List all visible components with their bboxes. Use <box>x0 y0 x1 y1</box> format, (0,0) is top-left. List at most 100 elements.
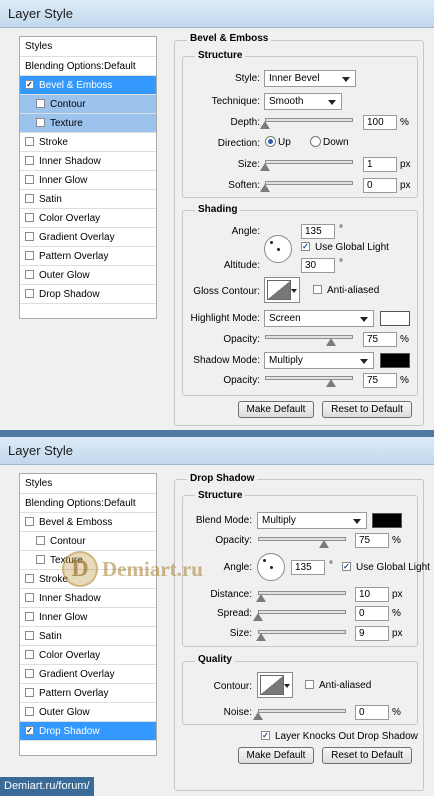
anti-aliased-checkbox[interactable]: Anti-aliased <box>313 284 379 296</box>
size-slider-track[interactable] <box>265 160 353 164</box>
style-item-blending-options-default[interactable]: Blending Options:Default <box>20 57 156 76</box>
style-item-contour[interactable]: Contour <box>20 95 156 114</box>
anti-aliased-checkbox[interactable]: Anti-aliased <box>305 679 371 691</box>
noise-slider-track[interactable] <box>258 709 346 713</box>
checkbox-icon[interactable] <box>25 212 34 222</box>
checkbox-icon[interactable] <box>25 231 34 241</box>
use-global-light-checkbox[interactable]: ✓ Use Global Light <box>301 241 389 253</box>
opacity-input[interactable]: 75 <box>355 533 389 548</box>
checkbox-icon[interactable] <box>25 611 34 621</box>
opacity-slider-thumb[interactable] <box>319 540 329 548</box>
shadow-opacity-track[interactable] <box>265 376 353 380</box>
style-item-inner-glow[interactable]: Inner Glow <box>20 608 156 627</box>
checkbox-icon[interactable] <box>25 592 34 602</box>
size-slider-thumb[interactable] <box>260 163 270 171</box>
shadow-mode-select[interactable]: Multiply <box>264 352 374 369</box>
style-item-color-overlay[interactable]: Color Overlay <box>20 209 156 228</box>
style-item-bevel-emboss[interactable]: Bevel & Emboss <box>20 513 156 532</box>
highlight-opacity-input[interactable]: 75 <box>363 332 397 347</box>
angle-input[interactable]: 135 <box>301 224 335 239</box>
direction-down-radio[interactable]: Down <box>310 135 349 148</box>
style-item-gradient-overlay[interactable]: Gradient Overlay <box>20 228 156 247</box>
direction-up-radio[interactable]: Up <box>265 135 291 148</box>
style-item-color-overlay[interactable]: Color Overlay <box>20 646 156 665</box>
check-icon[interactable]: ✓ <box>25 725 34 735</box>
angle-dial[interactable] <box>257 553 285 581</box>
shadow-color-swatch[interactable] <box>380 353 410 368</box>
checkbox-icon[interactable] <box>25 193 34 203</box>
style-item-satin[interactable]: Satin <box>20 190 156 209</box>
highlight-opacity-thumb[interactable] <box>326 338 336 346</box>
checkbox-icon[interactable] <box>25 573 34 583</box>
spread-slider-thumb[interactable] <box>253 613 263 621</box>
style-item-gradient-overlay[interactable]: Gradient Overlay <box>20 665 156 684</box>
opacity-slider-track[interactable] <box>258 537 346 541</box>
check-icon[interactable]: ✓ <box>25 79 34 89</box>
checkbox-icon[interactable] <box>25 668 34 678</box>
shadow-opacity-thumb[interactable] <box>326 379 336 387</box>
style-item-outer-glow[interactable]: Outer Glow <box>20 266 156 285</box>
style-item-drop-shadow[interactable]: Drop Shadow <box>20 285 156 304</box>
noise-slider-thumb[interactable] <box>253 712 263 720</box>
make-default-button[interactable]: Make Default <box>238 401 314 418</box>
style-item-drop-shadow[interactable]: ✓ Drop Shadow <box>20 722 156 741</box>
style-select[interactable]: Inner Bevel <box>264 70 356 87</box>
size-slider-thumb[interactable] <box>255 633 266 641</box>
checkbox-icon[interactable] <box>36 554 45 564</box>
distance-input[interactable]: 10 <box>355 587 389 602</box>
size-slider-track[interactable] <box>258 630 346 634</box>
checkbox-icon[interactable] <box>25 136 34 146</box>
style-item-blending-options-default[interactable]: Blending Options:Default <box>20 494 156 513</box>
shadow-color-swatch[interactable] <box>372 513 402 528</box>
shadow-opacity-input[interactable]: 75 <box>363 373 397 388</box>
size-input[interactable]: 1 <box>363 157 397 172</box>
checkbox-icon[interactable] <box>25 155 34 165</box>
checkbox-icon[interactable] <box>25 516 34 526</box>
soften-input[interactable]: 0 <box>363 178 397 193</box>
checkbox-icon[interactable] <box>36 535 45 545</box>
reset-to-default-button[interactable]: Reset to Default <box>322 747 412 764</box>
distance-slider-thumb[interactable] <box>255 594 266 602</box>
layer-knocks-out-checkbox[interactable]: ✓ Layer Knocks Out Drop Shadow <box>261 730 418 742</box>
checkbox-icon[interactable] <box>25 687 34 697</box>
style-item-inner-shadow[interactable]: Inner Shadow <box>20 589 156 608</box>
checkbox-icon[interactable] <box>25 288 34 298</box>
soften-slider-track[interactable] <box>265 181 353 185</box>
style-item-bevel-emboss[interactable]: ✓ Bevel & Emboss <box>20 76 156 95</box>
soften-slider-thumb[interactable] <box>260 184 270 192</box>
style-item-pattern-overlay[interactable]: Pattern Overlay <box>20 247 156 266</box>
footer-link[interactable]: Demiart.ru/forum/ <box>0 777 94 796</box>
angle-input[interactable]: 135 <box>291 560 325 575</box>
style-item-satin[interactable]: Satin <box>20 627 156 646</box>
distance-slider-track[interactable] <box>258 591 346 595</box>
style-item-stroke[interactable]: Stroke <box>20 133 156 152</box>
reset-to-default-button[interactable]: Reset to Default <box>322 401 412 418</box>
style-item-contour[interactable]: Contour <box>20 532 156 551</box>
checkbox-icon[interactable] <box>25 630 34 640</box>
blend-mode-select[interactable]: Multiply <box>257 512 367 529</box>
style-item-inner-shadow[interactable]: Inner Shadow <box>20 152 156 171</box>
style-item-pattern-overlay[interactable]: Pattern Overlay <box>20 684 156 703</box>
style-item-texture[interactable]: Texture <box>20 114 156 133</box>
depth-slider-thumb[interactable] <box>260 121 270 129</box>
highlight-opacity-track[interactable] <box>265 335 353 339</box>
gloss-contour-picker[interactable] <box>264 277 300 303</box>
use-global-light-checkbox[interactable]: ✓ Use Global Light <box>342 561 430 573</box>
style-item-inner-glow[interactable]: Inner Glow <box>20 171 156 190</box>
spread-input[interactable]: 0 <box>355 606 389 621</box>
depth-slider-track[interactable] <box>265 118 353 122</box>
make-default-button[interactable]: Make Default <box>238 747 314 764</box>
noise-input[interactable]: 0 <box>355 705 389 720</box>
size-input[interactable]: 9 <box>355 626 389 641</box>
depth-input[interactable]: 100 <box>363 115 397 130</box>
checkbox-icon[interactable] <box>25 250 34 260</box>
checkbox-icon[interactable] <box>36 117 45 127</box>
checkbox-icon[interactable] <box>25 174 34 184</box>
technique-select[interactable]: Smooth <box>264 93 342 110</box>
checkbox-icon[interactable] <box>36 98 45 108</box>
highlight-mode-select[interactable]: Screen <box>264 310 374 327</box>
checkbox-icon[interactable] <box>25 269 34 279</box>
highlight-color-swatch[interactable] <box>380 311 410 326</box>
checkbox-icon[interactable] <box>25 649 34 659</box>
angle-dial[interactable] <box>264 235 292 263</box>
